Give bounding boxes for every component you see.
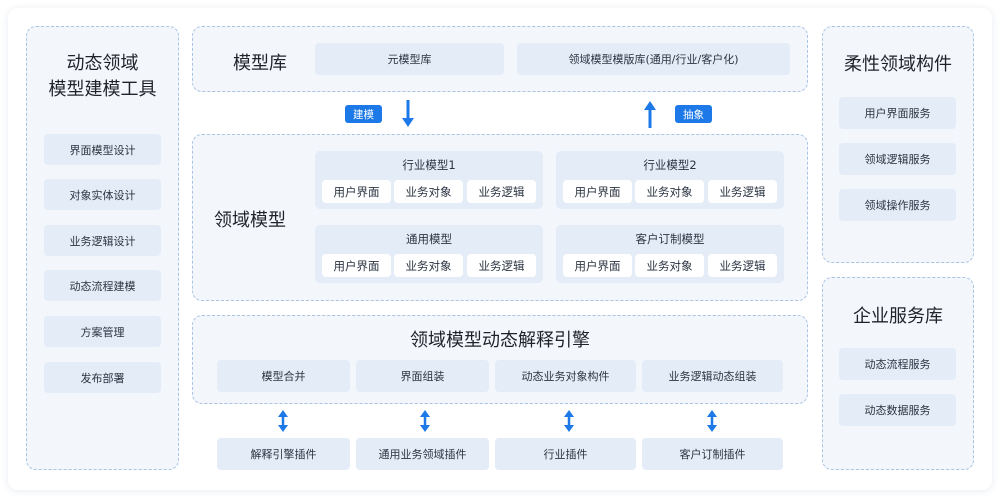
tool-item-process-modeling[interactable]: 动态流程建模 [44,270,161,301]
tool-item-entity-design[interactable]: 对象实体设计 [44,179,161,210]
build-label: 建模 [345,105,382,123]
service-domain-operation[interactable]: 领域操作服务 [839,189,956,221]
bidirectional-arrow-icon [564,410,574,432]
industry-model-2-logic[interactable]: 业务逻辑 [708,180,777,203]
general-model-ui[interactable]: 用户界面 [322,254,391,277]
modeling-tool-title-line1: 动态领域 [66,53,139,74]
arrow-down-icon [402,100,414,127]
domain-model-title: 领域模型 [214,210,286,231]
industry-model-2-title: 行业模型2 [643,158,697,172]
enterprise-services-title: 企业服务库 [853,306,943,327]
tool-item-ui-design[interactable]: 界面模型设计 [44,134,161,165]
plugin-general-domain[interactable]: 通用业务领域插件 [356,438,489,470]
tool-item-scheme-management[interactable]: 方案管理 [44,316,161,347]
industry-model-1-object[interactable]: 业务对象 [394,180,463,203]
custom-model-ui[interactable]: 用户界面 [563,254,632,277]
flexible-components-title: 柔性领域构件 [844,54,952,75]
plugin-engine[interactable]: 解释引擎插件 [217,438,350,470]
service-domain-logic[interactable]: 领域逻辑服务 [839,143,956,175]
industry-model-2-ui[interactable]: 用户界面 [563,180,632,203]
custom-model-object[interactable]: 业务对象 [635,254,704,277]
bidirectional-arrow-icon [278,410,288,432]
tool-item-logic-design[interactable]: 业务逻辑设计 [44,225,161,256]
service-dynamic-process[interactable]: 动态流程服务 [839,348,956,380]
modeling-tool-title-line2: 模型建模工具 [48,79,157,100]
engine-item-logic-assembly[interactable]: 业务逻辑动态组装 [642,360,783,392]
domain-model-template-library[interactable]: 领域模型模版库(通用/行业/客户化) [517,43,790,75]
industry-model-1-title: 行业模型1 [402,158,456,172]
general-model-title: 通用模型 [406,232,452,246]
general-model-object[interactable]: 业务对象 [394,254,463,277]
custom-model-logic[interactable]: 业务逻辑 [708,254,777,277]
industry-model-1-logic[interactable]: 业务逻辑 [467,180,536,203]
industry-model-2-object[interactable]: 业务对象 [635,180,704,203]
plugin-custom[interactable]: 客户订制插件 [642,438,783,470]
engine-item-dynamic-object[interactable]: 动态业务对象构件 [495,360,636,392]
custom-model-title: 客户订制模型 [635,232,705,246]
general-model-logic[interactable]: 业务逻辑 [467,254,536,277]
engine-title: 领域模型动态解释引擎 [410,330,590,351]
industry-model-1-ui[interactable]: 用户界面 [322,180,391,203]
service-dynamic-data[interactable]: 动态数据服务 [839,394,956,426]
bidirectional-arrow-icon [707,410,717,432]
bidirectional-arrow-icon [420,410,430,432]
model-library-title: 模型库 [233,53,287,74]
meta-model-library[interactable]: 元模型库 [315,43,504,75]
abstract-label: 抽象 [675,105,712,123]
tool-item-publish-deploy[interactable]: 发布部署 [44,362,161,393]
arrow-up-icon [644,101,656,128]
engine-item-model-merge[interactable]: 模型合并 [217,360,350,392]
engine-item-ui-assembly[interactable]: 界面组装 [356,360,489,392]
plugin-industry[interactable]: 行业插件 [495,438,636,470]
service-user-interface[interactable]: 用户界面服务 [839,97,956,129]
